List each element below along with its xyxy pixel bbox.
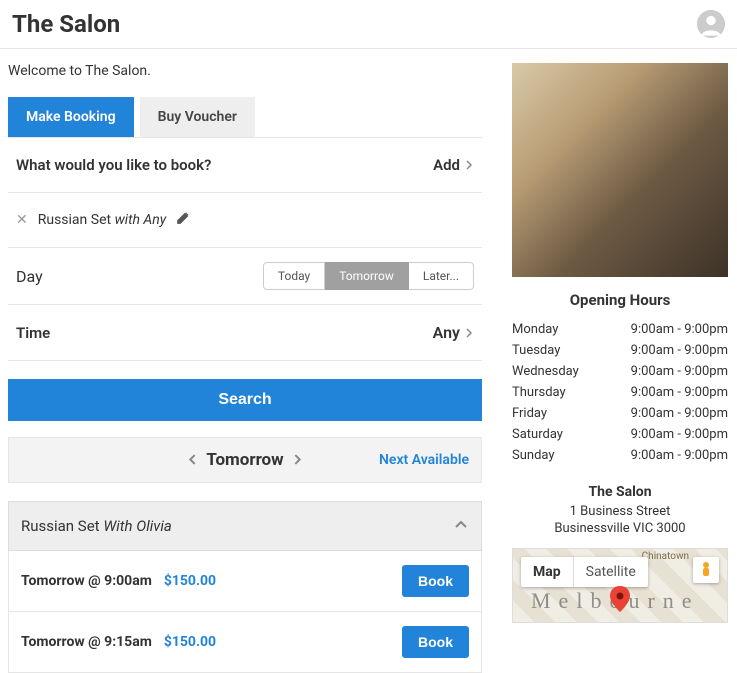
- hours-row: Friday9:00am - 9:00pm: [512, 403, 728, 424]
- tabs: Make Booking Buy Voucher: [8, 97, 482, 138]
- chevron-right-icon: [464, 156, 474, 174]
- time-row: Time Any: [8, 305, 482, 361]
- date-nav: Tomorrow Next Available: [8, 437, 482, 483]
- result-group-title: Russian Set With Olivia: [21, 517, 172, 535]
- page-title: The Salon: [12, 10, 120, 38]
- day-toggle: Today Tomorrow Later...: [263, 262, 474, 290]
- pegman-icon: [699, 561, 713, 579]
- business-name: The Salon: [512, 484, 728, 500]
- time-value: Any: [433, 323, 460, 342]
- day-label: Day: [16, 267, 43, 286]
- map-type-satellite[interactable]: Satellite: [573, 557, 648, 587]
- slot-price: $150.00: [164, 573, 216, 589]
- tab-make-booking[interactable]: Make Booking: [8, 97, 134, 137]
- salon-photo: [512, 63, 728, 277]
- map-type-control: Map Satellite: [521, 557, 648, 587]
- map-pin-icon: [610, 586, 630, 616]
- add-label: Add: [433, 156, 460, 174]
- slot-time: Tomorrow @ 9:15am: [21, 634, 152, 650]
- slot-price: $150.00: [164, 634, 216, 650]
- slot-row: Tomorrow @ 9:00am $150.00 Book: [8, 551, 482, 612]
- streetview-pegman[interactable]: [693, 557, 719, 583]
- time-selector[interactable]: Any: [433, 323, 474, 342]
- book-button[interactable]: Book: [402, 626, 469, 658]
- hours-row: Thursday9:00am - 9:00pm: [512, 382, 728, 403]
- next-available-link[interactable]: Next Available: [379, 452, 469, 468]
- hours-title: Opening Hours: [512, 291, 728, 309]
- slot-time: Tomorrow @ 9:00am: [21, 573, 152, 589]
- hours-row: Monday9:00am - 9:00pm: [512, 319, 728, 340]
- day-row: Day Today Tomorrow Later...: [8, 248, 482, 305]
- hours-row: Sunday9:00am - 9:00pm: [512, 445, 728, 466]
- day-option-tomorrow[interactable]: Tomorrow: [325, 262, 409, 290]
- booking-question-row: What would you like to book? Add: [8, 138, 482, 193]
- result-group-header[interactable]: Russian Set With Olivia: [8, 501, 482, 551]
- hours-row: Tuesday9:00am - 9:00pm: [512, 340, 728, 361]
- book-button[interactable]: Book: [402, 565, 469, 597]
- time-label: Time: [16, 324, 50, 342]
- chevron-up-icon: [453, 516, 469, 536]
- service-name: Russian Set with Any: [38, 212, 166, 228]
- address-street: 1 Business Street: [512, 504, 728, 519]
- hours-row: Saturday9:00am - 9:00pm: [512, 424, 728, 445]
- tab-buy-voucher[interactable]: Buy Voucher: [140, 97, 255, 137]
- welcome-text: Welcome to The Salon.: [8, 63, 482, 79]
- date-heading: Tomorrow: [206, 450, 283, 470]
- booking-question-label: What would you like to book?: [16, 156, 211, 174]
- hours-row: Wednesday9:00am - 9:00pm: [512, 361, 728, 382]
- user-icon: [697, 10, 725, 38]
- avatar[interactable]: [697, 10, 725, 38]
- next-day-button[interactable]: [292, 450, 303, 470]
- address-block: The Salon 1 Business Street Businessvill…: [512, 484, 728, 536]
- map[interactable]: Chinatown Map Satellite Melbourne: [512, 548, 728, 623]
- add-service-button[interactable]: Add: [433, 156, 474, 174]
- remove-service-button[interactable]: ✕: [16, 212, 28, 228]
- edit-service-button[interactable]: [176, 211, 190, 229]
- map-type-map[interactable]: Map: [521, 557, 573, 587]
- search-button[interactable]: Search: [8, 379, 482, 421]
- chevron-right-icon: [464, 323, 474, 342]
- map-district-label: Chinatown: [642, 551, 689, 562]
- address-city: Businessville VIC 3000: [512, 521, 728, 536]
- day-option-later[interactable]: Later...: [409, 262, 474, 290]
- prev-day-button[interactable]: [187, 450, 198, 470]
- selected-service-row: ✕ Russian Set with Any: [8, 193, 482, 248]
- day-option-today[interactable]: Today: [263, 262, 325, 290]
